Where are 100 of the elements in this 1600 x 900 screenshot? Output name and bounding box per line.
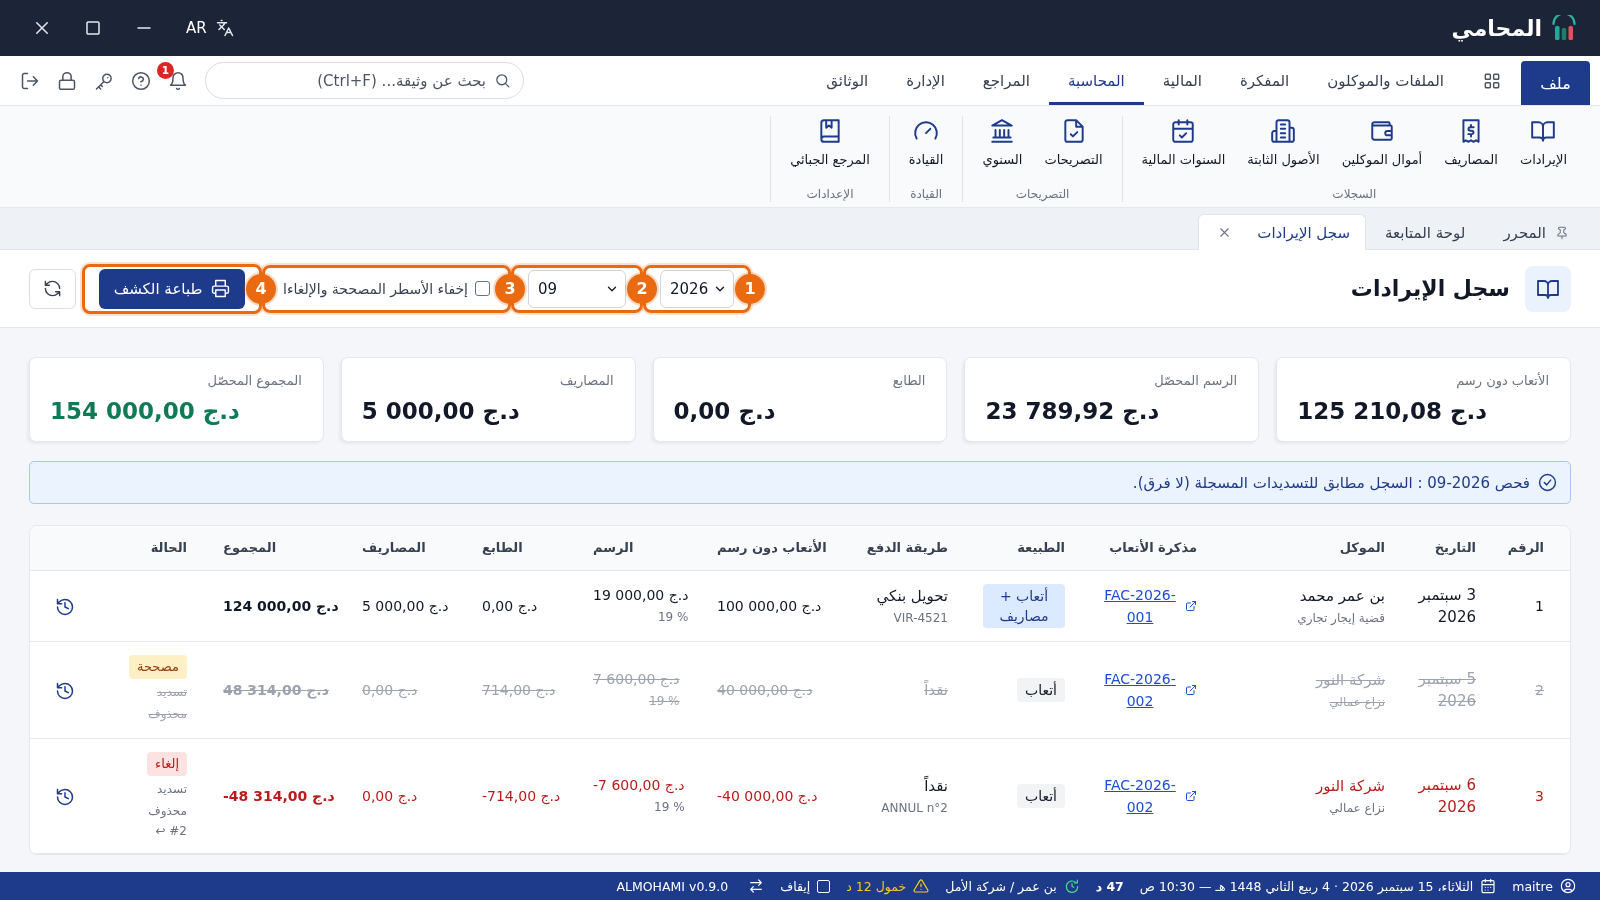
user-icon (1560, 878, 1576, 894)
column-header: المصاريف (362, 539, 426, 555)
row-number: 2 (1535, 681, 1544, 698)
card-value: 125 210,08 د.ج (1297, 397, 1488, 426)
ribbon-button[interactable]: السنوات المالية (1130, 116, 1237, 169)
invoice-link[interactable]: FAC-2026-002 (1101, 667, 1179, 712)
payment-reference: ANNUL n°2 (880, 799, 948, 817)
search-input[interactable]: بحث عن وثيقة... (Ctrl+F) (220, 68, 486, 93)
pause-toggle[interactable]: إيقاف (780, 878, 831, 894)
column-header: التاريخ (1434, 539, 1476, 555)
calendar-check-icon (1170, 118, 1197, 144)
timer-icon (1063, 878, 1080, 894)
lock-icon[interactable] (57, 70, 77, 91)
document-tab[interactable]: المحرر (1484, 214, 1588, 250)
ribbon-button[interactable]: الأصول الثابتة (1236, 116, 1331, 169)
ribbon-group-label: الإعدادات (806, 186, 854, 202)
ribbon-button[interactable]: السنوي (971, 116, 1034, 169)
menu-tab[interactable]: المفكرة (1220, 56, 1309, 105)
logout-icon[interactable] (20, 70, 40, 91)
amount-text: 100 000,00 د.ج (717, 597, 822, 614)
invoice-link[interactable]: FAC-2026-002 (1101, 773, 1179, 818)
external-link-icon[interactable] (1185, 599, 1197, 612)
card-value: 5 000,00 د.ج (361, 397, 520, 426)
total-amount: 124 000,00 د.ج (223, 597, 339, 614)
year-select[interactable]: 2026 (660, 269, 734, 308)
notification-badge: 1 (157, 61, 174, 79)
amount-text: -7 600,00 د.ج (593, 776, 685, 796)
external-link-icon[interactable] (1185, 683, 1197, 696)
print-button[interactable]: طباعة الكشف (99, 268, 245, 309)
history-icon[interactable] (55, 786, 75, 807)
menu-tab[interactable]: الإدارة (887, 56, 964, 105)
column-header: طريقة الدفع (866, 539, 948, 555)
logo-icon (1550, 15, 1578, 41)
hide-corrected-toggle[interactable]: إخفاء الأسطر المصححة والإلغاءا (279, 269, 494, 308)
ribbon-group-label: التصريحات (1015, 186, 1070, 202)
tax-rate: 19 % (648, 693, 680, 710)
refresh-button[interactable] (29, 268, 76, 309)
swap-icon[interactable] (748, 878, 765, 894)
ribbon-button[interactable]: أموال الموكلين (1330, 116, 1434, 169)
status-note: تسديد محذوف (147, 780, 187, 820)
history-icon[interactable] (55, 680, 75, 701)
document-tab[interactable]: لوحة المتابعة (1366, 214, 1485, 250)
ribbon-group-label: السجلات (1332, 186, 1377, 202)
column-header: الطبيعة (1017, 539, 1065, 555)
file-menu-button[interactable]: ملف (1521, 61, 1590, 105)
amount-text: 7 600,00 د.ج (593, 670, 680, 690)
ribbon-button[interactable]: الإيرادات (1508, 116, 1578, 169)
column-header: المجموع (223, 539, 277, 555)
status-badge: مصححة (129, 654, 187, 679)
search-icon (494, 72, 511, 89)
client-name: بن عمر محمد (1298, 585, 1385, 607)
info-text: فحص 2026-09 : السجل مطابق للتسديدات المسجلة (لا فرق). (1132, 473, 1530, 492)
card-value: 154 000,00 د.ج (50, 397, 240, 426)
total-amount: 48 314,00 د.ج (223, 681, 329, 698)
language-button[interactable]: AR (186, 19, 207, 37)
history-icon[interactable] (55, 596, 75, 617)
menu-tab[interactable]: الوثائق (807, 56, 888, 105)
amount-text: 5 000,00 د.ج (362, 597, 449, 614)
document-tab[interactable]: سجل الإيرادات (1198, 214, 1366, 250)
menu-tab[interactable]: الملفات والموكلون (1308, 56, 1463, 105)
bell-icon[interactable] (168, 70, 188, 91)
date-text: 3 سبتمبر 2026 (1417, 584, 1476, 628)
nature-tag: أتعاب (1017, 677, 1065, 702)
active-client: بن عمر / شركة الأمل (945, 878, 1057, 894)
status-note: تسديد محذوف (147, 683, 187, 723)
tax-rate: 19 % (656, 609, 689, 626)
menu-tab[interactable]: المالية (1143, 56, 1221, 105)
ribbon-button[interactable]: التصريحات (1033, 116, 1114, 169)
book-icon (1530, 118, 1557, 144)
case-description: قضية إيجار تجاري (1296, 609, 1385, 627)
column-header: الطابع (482, 539, 523, 555)
translate-icon[interactable] (215, 19, 234, 37)
nature-tag: أتعاب + مصاريف (983, 583, 1065, 628)
printer-icon (211, 279, 231, 298)
session-timer: 47 د (1095, 878, 1124, 894)
app-name: المحامي (1451, 15, 1542, 41)
bookmark-book-icon (817, 118, 843, 144)
maximize-icon[interactable] (84, 19, 102, 37)
payment-method: تحويل بنكي (875, 585, 948, 607)
menu-tab[interactable]: المراجع (963, 56, 1049, 105)
month-select[interactable]: 09 (528, 269, 626, 308)
checkbox-icon[interactable] (475, 281, 490, 296)
help-icon[interactable] (131, 70, 151, 91)
search-field[interactable]: بحث عن وثيقة... (Ctrl+F) (205, 62, 524, 99)
page-title: سجل الإيرادات (1350, 276, 1510, 301)
ribbon-button[interactable]: القيادة (897, 116, 955, 169)
payment-reference: VIR-4521 (892, 609, 948, 627)
status-badge: إلغاء (147, 751, 187, 776)
ribbon-button[interactable]: المرجع الجبائي (779, 116, 881, 169)
version-label: ALMOHAMI v0.9.0 (616, 878, 729, 894)
amount-text: -714,00 د.ج (482, 787, 561, 804)
column-header: الحالة (150, 539, 187, 555)
external-link-icon[interactable] (1185, 789, 1197, 802)
payment-method: نقداً (923, 679, 948, 701)
close-icon[interactable] (33, 19, 51, 37)
calendar-icon (1480, 878, 1497, 894)
building-icon (1270, 118, 1297, 144)
ribbon-button[interactable]: المصاريف (1433, 116, 1509, 169)
invoice-link[interactable]: FAC-2026-001 (1101, 583, 1179, 628)
amount-text: 714,00 د.ج (482, 681, 556, 698)
